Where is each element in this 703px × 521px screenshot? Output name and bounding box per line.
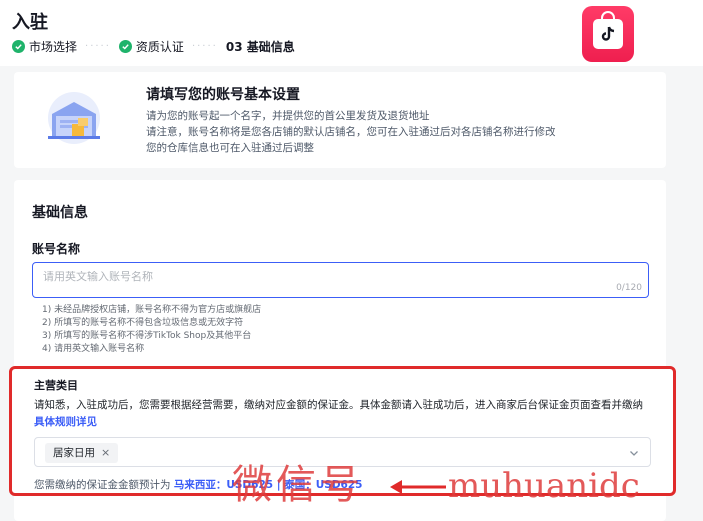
arrow-left-icon [390,480,446,494]
deposit-prefix: 您需缴纳的保证金金额预计为 [34,479,171,491]
char-counter: 0/120 [616,283,642,293]
category-tag: 居家日用 × [45,443,119,463]
step-label: 市场选择 [29,40,78,54]
category-tag-label: 居家日用 [53,447,95,459]
account-name-label: 账号名称 [32,242,81,256]
info-line: 请为您的账号起一个名字，并提供您的首公里发货及退货地址 [146,110,430,122]
page: 入驻 市场选择 ····· 资质认证 ····· 03 基础信息 请填写您的账号… [0,0,703,521]
step-divider: ····· [191,41,218,52]
name-rules: 1) 未经品牌授权店铺，账号名称不得为官方店或旗舰店 2) 所填写的账号名称不得… [42,304,261,356]
chevron-down-icon[interactable] [628,447,640,459]
step-divider: ····· [85,41,111,52]
info-line: 请注意，账号名称将是您各店铺的默认店铺名，您可在入驻通过后对各店铺名称进行修改 [146,126,556,138]
rule-item: 4) 请用英文输入账号名称 [42,344,145,354]
rule-item: 2) 所填写的账号名称不得包含垃圾信息或无效字符 [42,318,244,328]
warehouse-illustration-icon [48,92,100,144]
rule-details-link[interactable]: 具体规则详见 [34,416,97,428]
watermark-cn: 微信号 [232,462,364,508]
tiktok-note-icon [593,11,623,49]
account-name-input[interactable] [43,271,583,283]
check-circle-icon [118,40,132,53]
section-title: 基础信息 [32,205,88,221]
page-title: 入驻 [12,12,48,33]
rule-item: 1) 未经品牌授权店铺，账号名称不得为官方店或旗舰店 [42,305,262,315]
step-qualification: 资质认证 [118,38,184,55]
category-desc-text: 请知悉，入驻成功后，您需要根据经营需要，缴纳对应金额的保证金。具体金额请入驻成功… [34,399,643,411]
step-label: 资质认证 [135,40,184,54]
rule-item: 3) 所填写的账号名称不得涉TikTok Shop及其他平台 [42,331,252,341]
info-card: 请填写您的账号基本设置 请为您的账号起一个名字，并提供您的首公里发货及退货地址 … [14,72,666,168]
step-basic-info: 03 基础信息 [226,38,295,55]
info-line: 您的仓库信息也可在入驻通过后调整 [146,142,314,154]
header: 入驻 市场选择 ····· 资质认证 ····· 03 基础信息 [0,0,703,66]
info-title: 请填写您的账号基本设置 [146,87,300,103]
close-icon[interactable]: × [101,443,110,463]
category-title: 主营类目 [34,379,78,392]
stepper: 市场选择 ····· 资质认证 ····· 03 基础信息 [12,38,295,55]
account-name-field[interactable]: 0/120 [32,262,649,298]
watermark-en: muhuanidc [448,466,640,506]
step-label: 03 基础信息 [225,40,295,54]
tiktok-shop-bag-icon [582,6,634,62]
category-description: 请知悉，入驻成功后，您需要根据经营需要，缴纳对应金额的保证金。具体金额请入驻成功… [34,397,654,431]
step-market: 市场选择 [12,38,77,55]
check-circle-icon [12,40,25,53]
